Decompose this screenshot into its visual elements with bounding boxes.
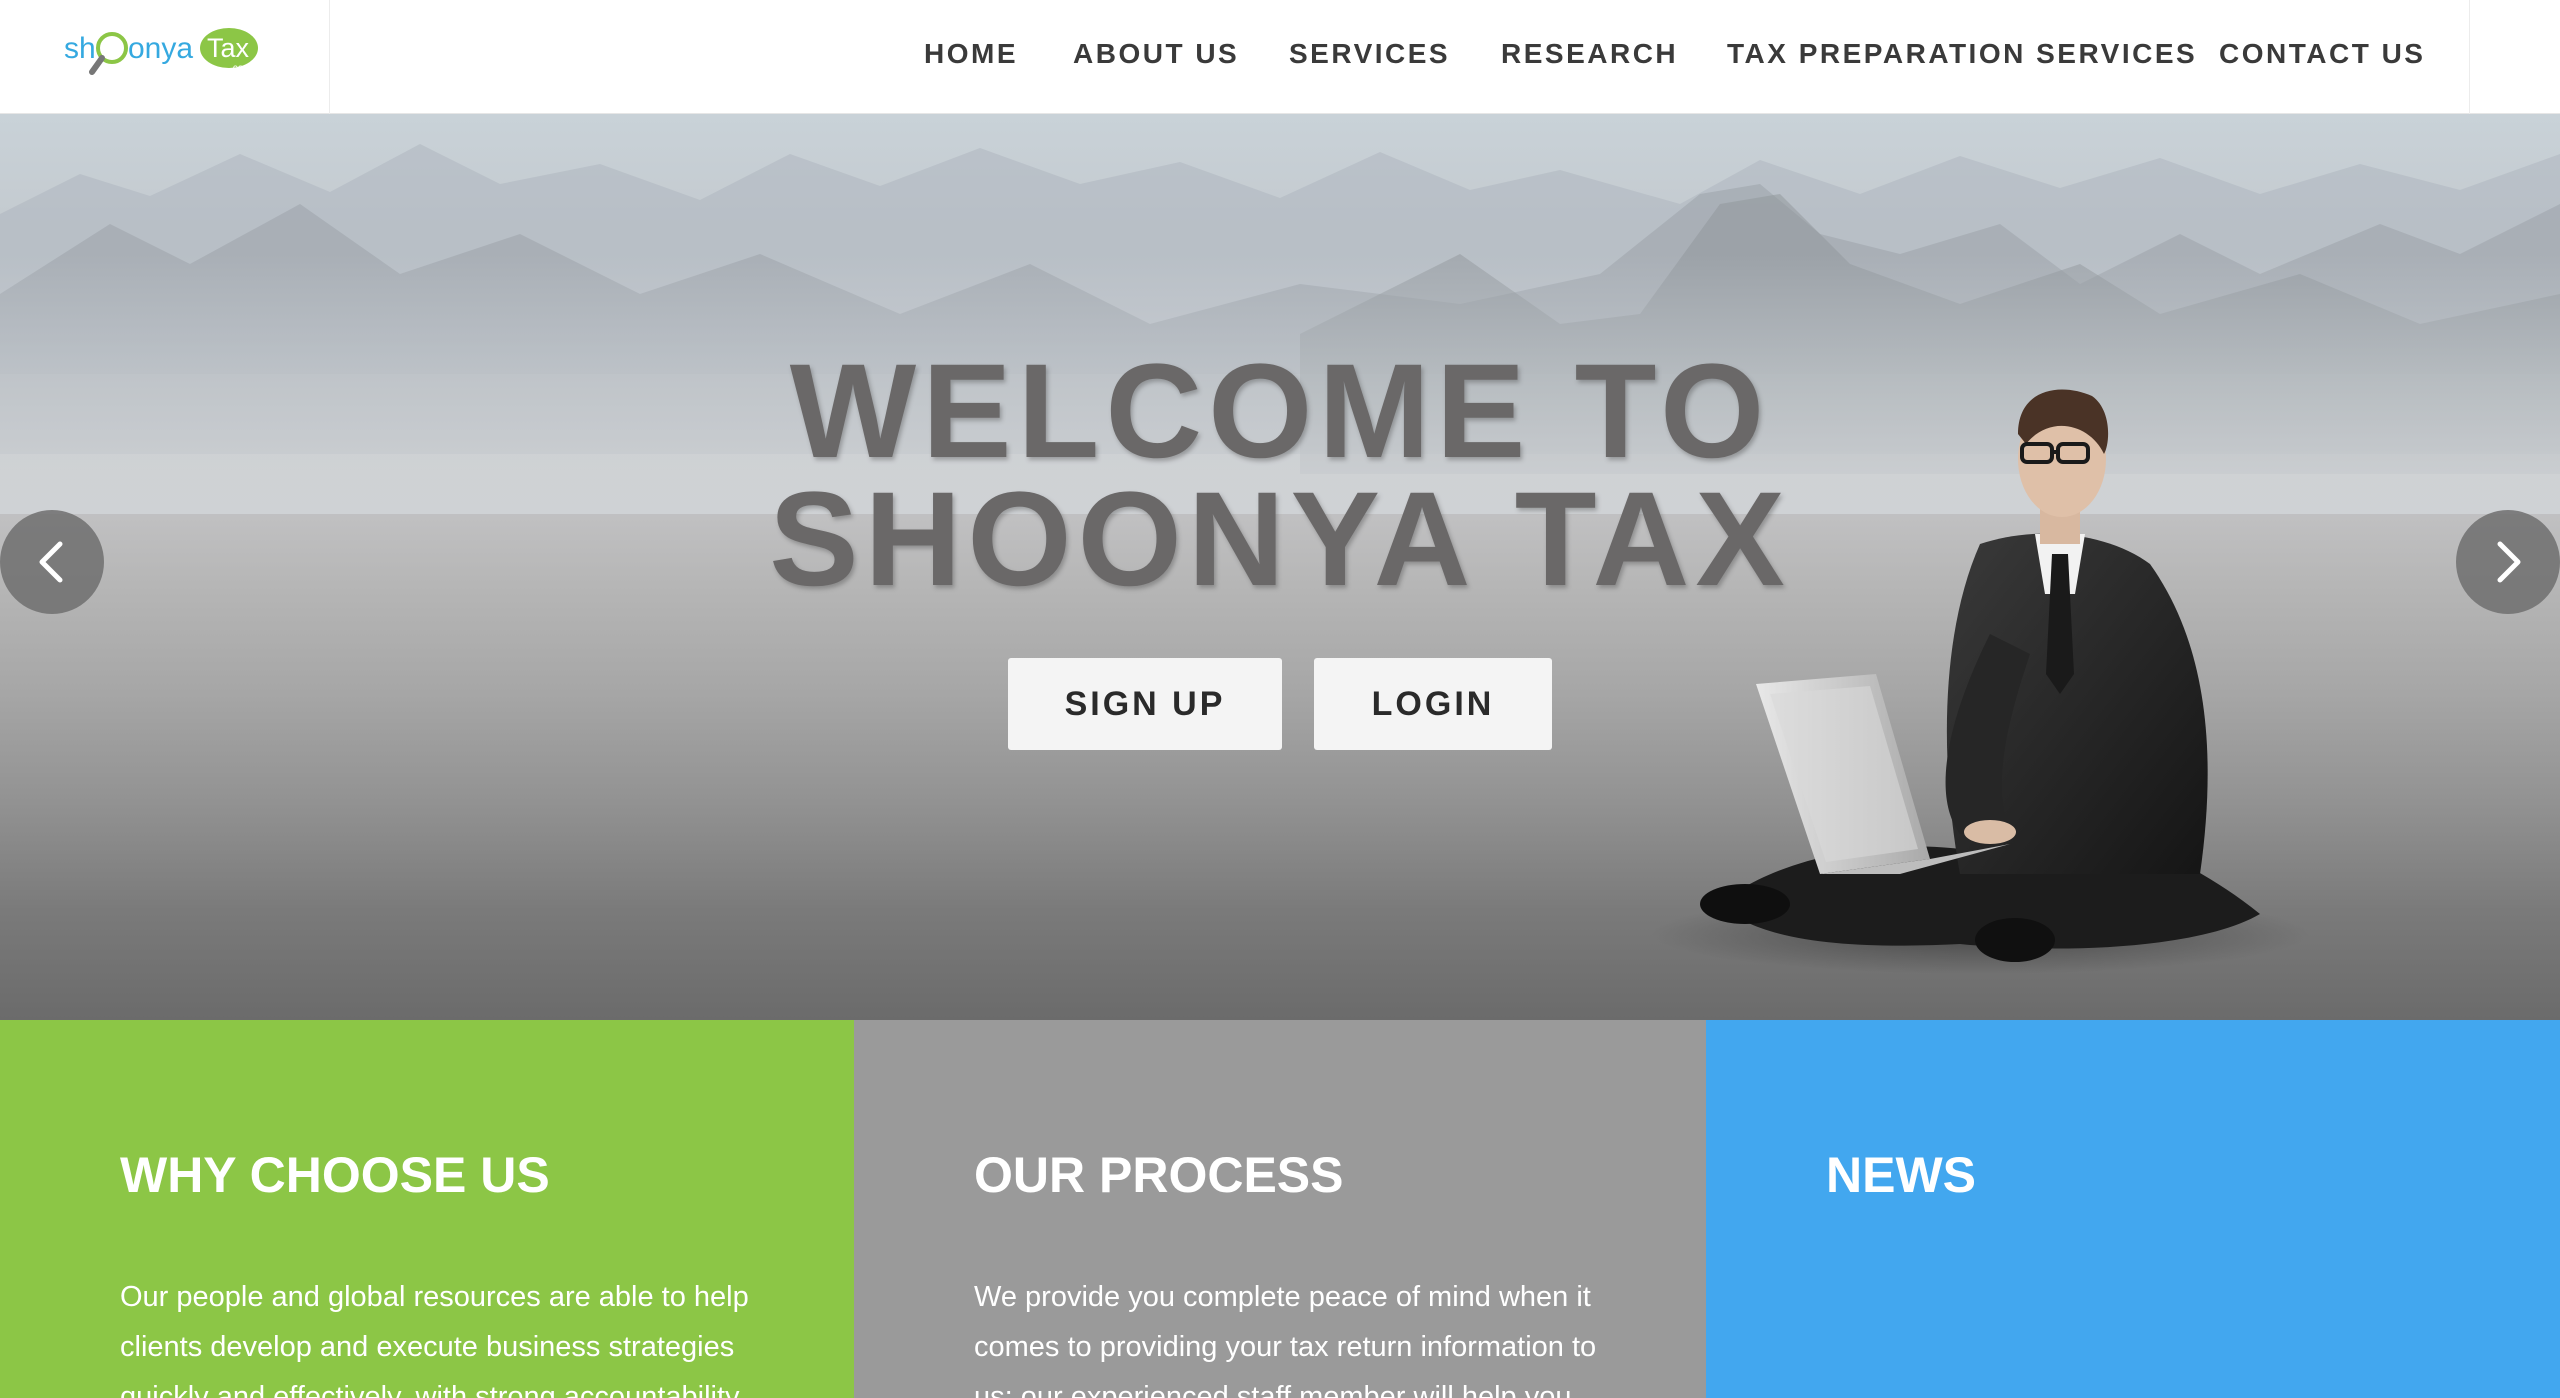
shoonyatax-logo[interactable]: sh onya Tax .com xyxy=(64,24,264,82)
hero-title-line-2: SHOONYA TAX xyxy=(769,465,1791,614)
logo-text-sh: sh xyxy=(64,32,96,65)
nav-about-us[interactable]: ABOUT US xyxy=(1073,38,1239,70)
logo-text-tax: Tax xyxy=(207,33,250,63)
nav-services[interactable]: SERVICES xyxy=(1289,38,1450,70)
login-button[interactable]: LOGIN xyxy=(1314,658,1552,750)
why-choose-us-title: WHY CHOOSE US xyxy=(120,1147,550,1203)
our-process-title: OUR PROCESS xyxy=(974,1147,1344,1203)
hero-slider: WELCOME TO SHOONYA TAX SIGN UP LOGIN xyxy=(0,114,2560,1020)
hero-title-line-1: WELCOME TO xyxy=(789,337,1771,486)
nav-contact-us[interactable]: CONTACT US xyxy=(2219,38,2425,70)
logo-text-onya: onya xyxy=(128,32,193,65)
logo-cell: sh onya Tax .com xyxy=(0,0,330,114)
sign-up-button[interactable]: SIGN UP xyxy=(1008,658,1282,750)
news-title: NEWS xyxy=(1826,1147,1976,1203)
slider-next-button[interactable] xyxy=(2456,510,2560,614)
magnifier-icon xyxy=(89,32,128,75)
nav-research[interactable]: RESEARCH xyxy=(1501,38,1678,70)
nav-tax-preparation-services[interactable]: TAX PREPARATION SERVICES xyxy=(1727,38,2197,70)
chevron-right-icon xyxy=(2497,541,2521,583)
hero-title: WELCOME TO SHOONYA TAX xyxy=(480,337,2080,614)
slider-prev-button[interactable] xyxy=(0,510,104,614)
main-nav: HOME ABOUT US SERVICES RESEARCH TAX PREP… xyxy=(330,0,2470,114)
site-header: sh onya Tax .com HOME ABOUT US SERVICES … xyxy=(0,0,2560,114)
logo-text-com: .com xyxy=(230,63,252,74)
our-process-panel: OUR PROCESS We provide you complete peac… xyxy=(854,1020,1706,1398)
nav-home[interactable]: HOME xyxy=(924,38,1018,70)
news-panel: NEWS xyxy=(1706,1020,2560,1398)
why-choose-us-panel: WHY CHOOSE US Our people and global reso… xyxy=(0,1020,854,1398)
our-process-text: We provide you complete peace of mind wh… xyxy=(974,1281,1597,1398)
chevron-left-icon xyxy=(39,541,63,583)
why-choose-us-text: Our people and global resources are able… xyxy=(120,1281,749,1398)
